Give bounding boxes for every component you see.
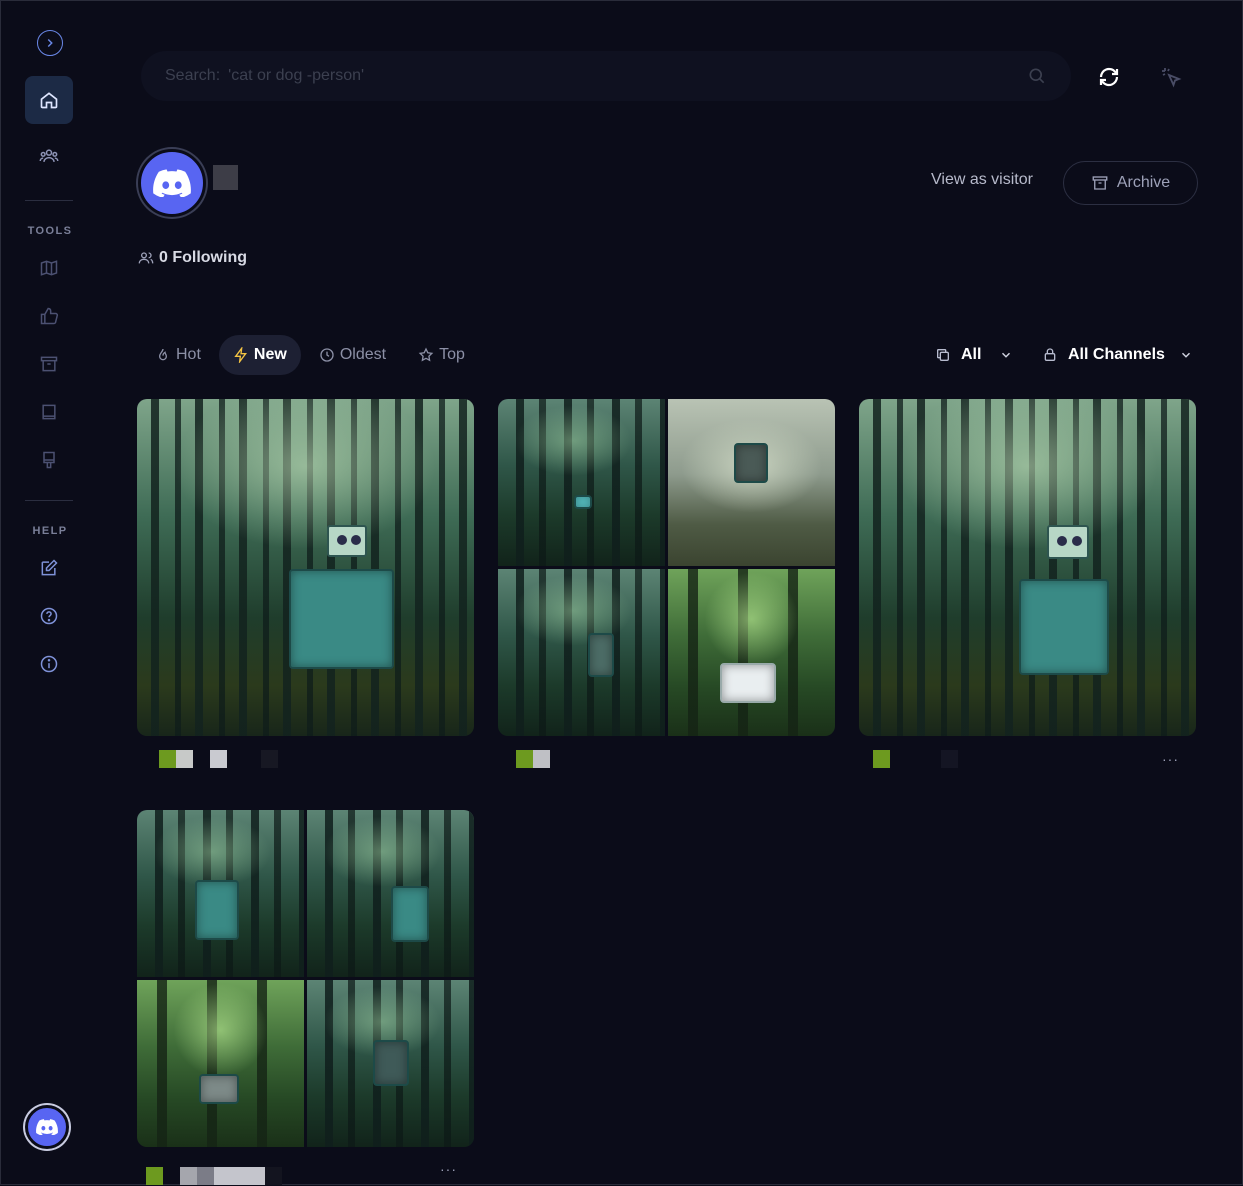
robot-body <box>373 1040 409 1086</box>
search-label: Search: <box>165 67 221 84</box>
robot-body <box>195 880 239 940</box>
more-options-icon[interactable]: ··· <box>440 1161 457 1177</box>
user-avatar-button[interactable] <box>25 1105 69 1149</box>
tab-new-label: New <box>253 346 287 363</box>
robot-body <box>199 1074 239 1104</box>
sidebar-divider <box>25 200 73 201</box>
refresh-icon[interactable] <box>1097 65 1121 89</box>
card-meta <box>873 750 958 768</box>
sort-tabs: Hot New Oldest Top <box>141 335 479 375</box>
generated-image[interactable] <box>137 980 304 1147</box>
generated-image[interactable] <box>859 399 1196 736</box>
lock-icon <box>1044 348 1056 361</box>
generated-image[interactable] <box>498 399 665 566</box>
thumbs-up-icon[interactable] <box>37 304 61 328</box>
expand-sidebar-icon[interactable] <box>37 30 63 56</box>
search-bar[interactable]: Search: <box>141 51 1071 101</box>
generated-image[interactable] <box>668 569 835 736</box>
card-meta <box>146 1167 282 1185</box>
tab-new[interactable]: New <box>218 335 301 375</box>
archive-button[interactable]: Archive <box>1063 161 1198 205</box>
search-icon[interactable] <box>1027 66 1047 86</box>
username-redacted <box>213 165 238 190</box>
discord-logo-icon <box>36 1119 58 1135</box>
robot-body <box>720 663 776 703</box>
robot-body <box>734 443 768 483</box>
type-filter-label: All <box>961 346 982 363</box>
tab-hot-label: Hot <box>176 346 201 363</box>
gallery-card[interactable] <box>137 399 474 736</box>
robot-head <box>1047 525 1089 559</box>
profile-avatar <box>138 149 206 217</box>
generated-image[interactable] <box>137 399 474 736</box>
help-section-label: HELP <box>32 525 68 537</box>
fire-icon <box>158 348 168 361</box>
card-meta <box>159 750 278 768</box>
channel-filter-label: All Channels <box>1068 346 1165 363</box>
discord-logo-icon <box>153 169 191 197</box>
robot-body <box>588 633 614 677</box>
app-frame: TOOLS HELP Search: 'cat or dog -person' … <box>0 0 1243 1185</box>
info-circle-icon[interactable] <box>37 652 61 676</box>
users-icon <box>39 149 59 162</box>
generated-image[interactable] <box>307 810 474 977</box>
chevron-down-icon <box>1181 352 1190 358</box>
home-nav-button[interactable] <box>25 76 73 124</box>
paint-brush-icon[interactable] <box>37 448 61 472</box>
home-icon <box>40 92 58 109</box>
robot-body <box>574 495 592 509</box>
star-icon <box>418 347 434 362</box>
robot-body <box>1019 579 1109 675</box>
search-input[interactable] <box>228 67 1027 85</box>
tab-oldest[interactable]: Oldest <box>305 335 400 375</box>
edit-icon[interactable] <box>37 556 61 580</box>
view-as-visitor-button[interactable]: View as visitor <box>931 171 1033 189</box>
sidebar: TOOLS HELP <box>1 1 97 1186</box>
tab-oldest-label: Oldest <box>339 346 387 363</box>
tab-top-label: Top <box>439 346 465 363</box>
generated-image[interactable] <box>137 810 304 977</box>
cursor-click-icon[interactable] <box>1159 65 1183 89</box>
archive-label: Archive <box>1116 174 1171 191</box>
archive-icon <box>1092 176 1108 190</box>
gallery-card[interactable] <box>859 399 1196 736</box>
robot-body <box>391 886 429 942</box>
generated-image[interactable] <box>498 569 665 736</box>
bolt-icon <box>234 347 247 363</box>
chevron-down-icon <box>1002 352 1011 358</box>
question-circle-icon[interactable] <box>37 604 61 628</box>
following-count[interactable]: 0 Following <box>138 249 247 267</box>
more-options-icon[interactable]: ··· <box>1162 751 1179 767</box>
tab-top[interactable]: Top <box>404 335 479 375</box>
users-icon <box>138 252 154 264</box>
generated-image[interactable] <box>668 399 835 566</box>
gallery-card[interactable] <box>498 399 835 736</box>
generated-image[interactable] <box>307 980 474 1147</box>
sidebar-divider <box>25 500 73 501</box>
map-icon[interactable] <box>37 256 61 280</box>
following-label: 0 Following <box>159 249 247 266</box>
community-nav-button[interactable] <box>25 132 73 180</box>
type-filter-dropdown[interactable]: All <box>935 335 1013 375</box>
book-icon[interactable] <box>37 400 61 424</box>
gallery-card[interactable] <box>137 810 474 1147</box>
clock-icon <box>320 348 334 362</box>
robot-head <box>327 525 367 557</box>
copy-icon <box>937 349 949 361</box>
channel-filter-dropdown[interactable]: All Channels <box>1042 335 1193 375</box>
robot-body <box>289 569 394 669</box>
tab-hot[interactable]: Hot <box>141 335 215 375</box>
archive-box-icon[interactable] <box>37 352 61 376</box>
card-meta <box>516 750 550 768</box>
tools-section-label: TOOLS <box>27 225 73 237</box>
